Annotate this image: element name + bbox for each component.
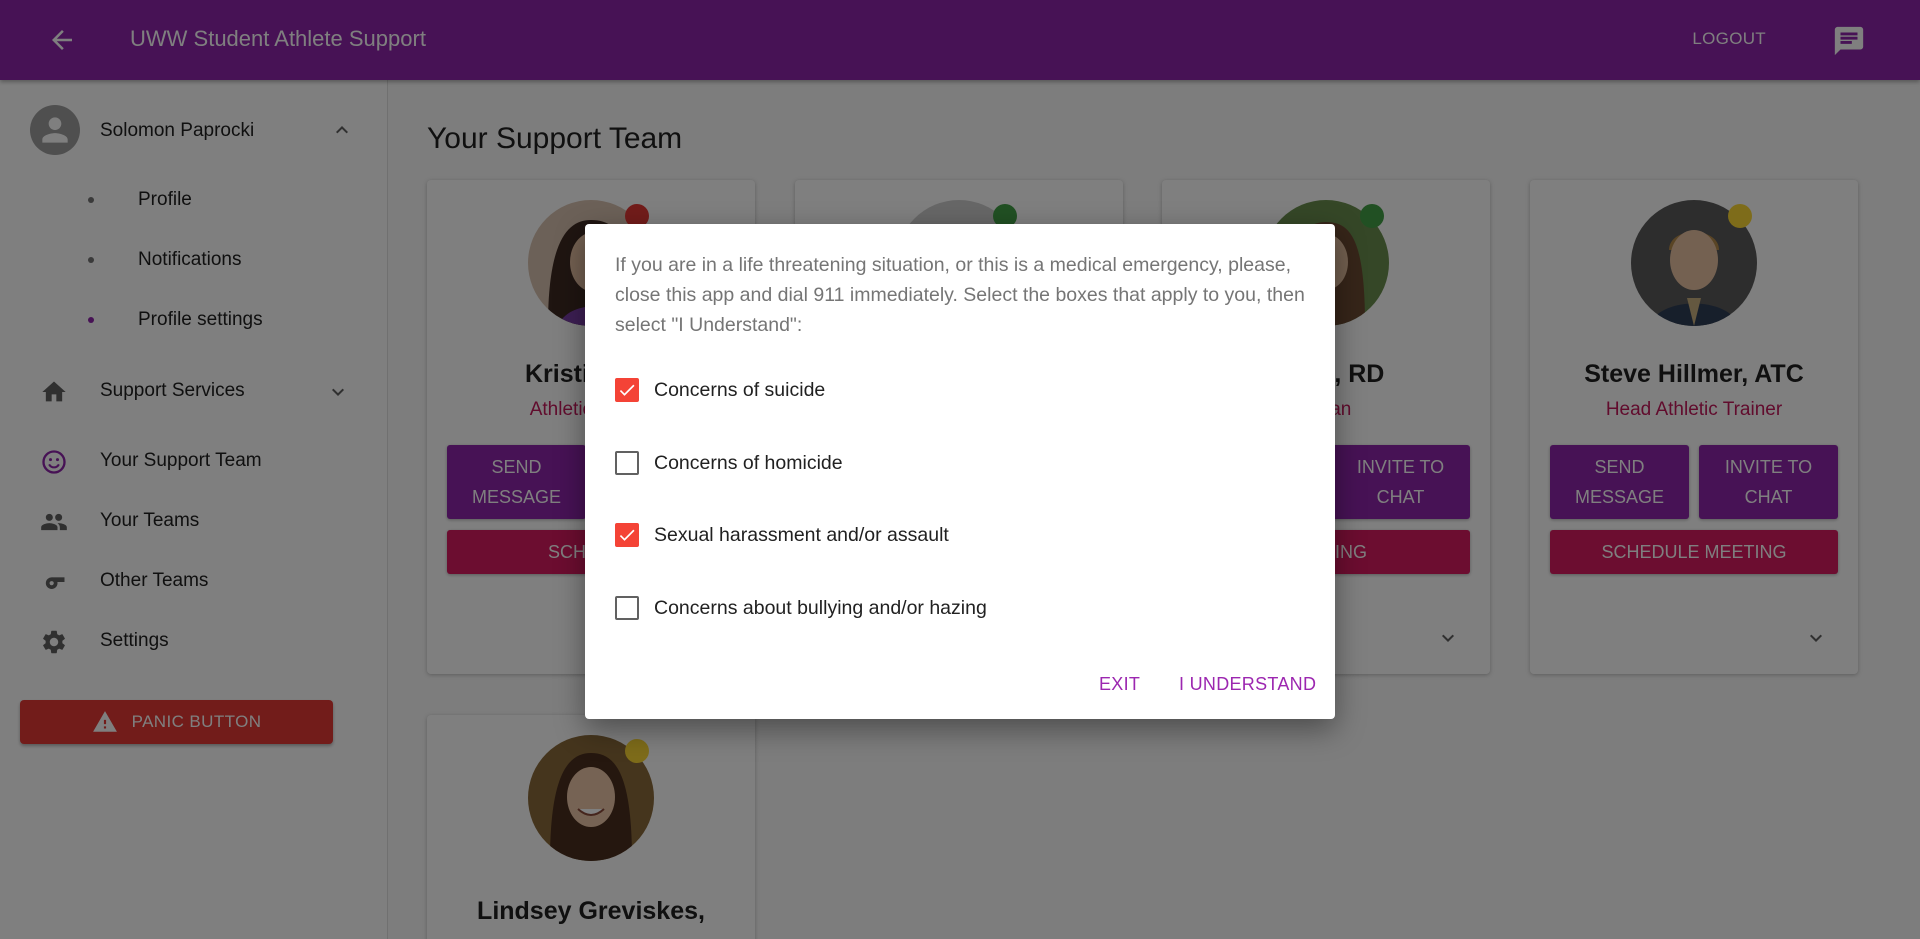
checkbox[interactable] xyxy=(615,596,639,620)
option-sexual-harassment[interactable]: Sexual harassment and/or assault xyxy=(615,515,1295,555)
checkbox[interactable] xyxy=(615,523,639,547)
emergency-dialog: If you are in a life threatening situati… xyxy=(585,224,1335,719)
checkbox[interactable] xyxy=(615,451,639,475)
i-understand-button[interactable]: I UNDERSTAND xyxy=(1179,674,1316,695)
option-bullying-hazing[interactable]: Concerns about bullying and/or hazing xyxy=(615,588,1295,628)
checkbox-label: Sexual harassment and/or assault xyxy=(654,524,949,546)
exit-button[interactable]: EXIT xyxy=(1099,674,1140,695)
checkbox-label: Concerns about bullying and/or hazing xyxy=(654,597,987,619)
checkbox[interactable] xyxy=(615,378,639,402)
checkbox-label: Concerns of homicide xyxy=(654,452,843,474)
option-concerns-of-homicide[interactable]: Concerns of homicide xyxy=(615,443,1295,483)
checkbox-label: Concerns of suicide xyxy=(654,379,826,401)
dialog-message: If you are in a life threatening situati… xyxy=(615,254,1305,336)
checkmark-icon xyxy=(619,384,635,396)
checkmark-icon xyxy=(619,529,635,541)
option-concerns-of-suicide[interactable]: Concerns of suicide xyxy=(615,370,1295,410)
